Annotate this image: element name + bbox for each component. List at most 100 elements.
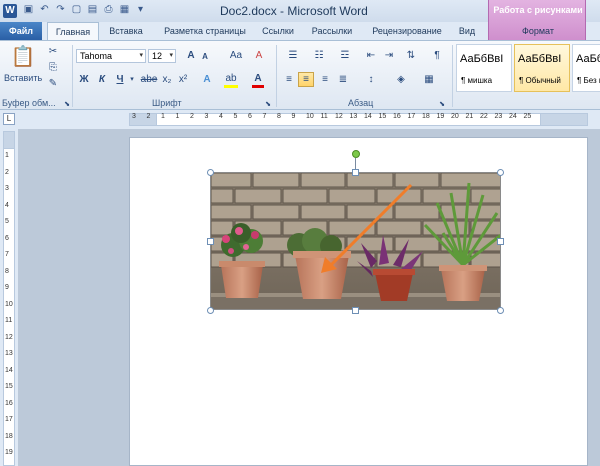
tab-file[interactable]: Файл [0,22,42,40]
resize-handle-bottom-left[interactable] [207,307,214,314]
tab-home[interactable]: Главная [47,22,99,40]
style-sample: АаБбВвІ [460,53,504,65]
redo-icon[interactable]: ↷ [54,3,67,17]
ruler-number: 10 [306,113,314,120]
ruler-number: 25 [523,113,532,120]
resize-handle-bottom-right[interactable] [497,307,504,314]
separator [72,45,73,107]
cut-icon[interactable]: ✂ [46,45,60,58]
justify-icon[interactable]: ≣ [336,73,350,86]
align-left-icon[interactable]: ≡ [282,73,296,86]
line-spacing-icon[interactable]: ↕ [362,73,380,86]
ruler-number: 19 [5,449,13,456]
clear-formatting-button[interactable]: A [252,49,266,62]
align-center-icon[interactable]: ≡ [298,72,314,87]
save-icon[interactable]: ▣ [22,3,35,17]
sort-icon[interactable]: ⇅ [404,49,418,62]
format-painter-icon[interactable]: ✎ [46,77,60,90]
bold-button[interactable]: Ж [78,73,90,86]
horizontal-ruler[interactable] [129,113,588,126]
copy-icon[interactable]: ⎘ [46,61,60,74]
tab-references[interactable]: Ссылки [256,22,300,40]
show-marks-button[interactable]: ¶ [430,49,444,62]
ruler-number: 7 [262,113,267,120]
style-sample: АаБбВ [576,53,600,65]
style-sample: АаБбВвІ [518,53,562,65]
font-name-field[interactable]: Tahoma ▾ [76,49,146,63]
style-card-mishka[interactable]: АаБбВвІ ¶ мишка [456,44,512,92]
tab-page-layout[interactable]: Разметка страницы [155,22,255,40]
underline-dropdown-icon[interactable]: ▾ [128,73,136,86]
paste-icon[interactable]: 📋 [10,44,36,70]
flower-pots-photo [211,173,500,309]
ruler-number: 6 [248,113,252,120]
clipboard-group-label: Буфер обм... [2,98,56,108]
decrease-indent-icon[interactable]: ⇤ [364,49,378,62]
resize-handle-left[interactable] [207,238,214,245]
new-icon[interactable]: ▢ [70,3,83,17]
ruler-number: 12 [335,113,343,120]
font-size-field[interactable]: 12 ▾ [148,49,176,63]
picture-icon[interactable]: ▦ [118,3,131,17]
undo-icon[interactable]: ↶ [38,3,51,17]
tab-insert[interactable]: Вставка [104,22,148,40]
tab-review[interactable]: Рецензирование [366,22,448,40]
word-logo-icon[interactable]: W [3,4,17,18]
font-launcher-icon[interactable]: ⬊ [264,98,272,111]
tab-selector-button[interactable]: L [3,113,15,125]
paste-button[interactable]: Вставить [4,72,42,85]
resize-handle-top-left[interactable] [207,169,214,176]
customize-qat-icon[interactable]: ▾ [134,3,147,17]
ruler-number: 8 [277,113,281,120]
bullets-icon[interactable]: ☰ [284,49,302,62]
tab-view[interactable]: Вид [454,22,480,40]
ruler-number: 17 [5,416,13,423]
style-card-normal[interactable]: АаБбВвІ ¶ Обычный [514,44,570,92]
resize-handle-top-right[interactable] [497,169,504,176]
font-name-value: Tahoma [80,51,113,61]
align-right-icon[interactable]: ≡ [318,73,332,86]
ribbon: 📋 Вставить ✂ ⎘ ✎ Буфер обм... ⬊ Tahoma ▾ … [0,40,600,110]
picture-tools-title: Работа с рисунками [493,5,583,15]
print-icon[interactable]: ⎙ [102,3,115,17]
open-icon[interactable]: ▤ [86,3,99,17]
superscript-button[interactable]: x² [176,73,190,86]
strikethrough-button[interactable]: abe [140,73,158,86]
ruler-number: 7 [5,251,9,258]
clipboard-launcher-icon[interactable]: ⬊ [63,98,71,111]
resize-handle-top[interactable] [352,169,359,176]
subscript-button[interactable]: x₂ [160,73,174,86]
multilevel-list-icon[interactable]: ☲ [336,49,354,62]
paragraph-launcher-icon[interactable]: ⬊ [438,98,446,111]
italic-button[interactable]: К [96,73,108,86]
highlight-button[interactable]: ab [224,72,238,88]
window-title: Doc2.docx - Microsoft Word [220,4,368,18]
change-case-button[interactable]: Aa [226,49,246,62]
underline-button[interactable]: Ч [114,73,126,86]
ruler-number: 16 [5,399,13,407]
flower-pots-picture[interactable] [210,172,501,310]
ruler-number: 10 [5,300,13,308]
style-card-no-spacing[interactable]: АаБбВ ¶ Без и [572,44,600,92]
resize-handle-right[interactable] [497,238,504,245]
shading-icon[interactable]: ◈ [392,73,410,86]
rotate-handle[interactable] [352,150,360,158]
numbering-icon[interactable]: ☷ [310,49,328,62]
tab-mailings[interactable]: Рассылки [306,22,358,40]
shrink-font-button[interactable]: A [199,50,211,63]
increase-indent-icon[interactable]: ⇥ [382,49,396,62]
ruler-number: 3 [5,185,9,192]
ribbon-tabs: Файл Главная Вставка Разметка страницы С… [0,20,600,40]
ruler-number: 3 [132,113,136,120]
borders-icon[interactable]: ▦ [420,73,438,86]
paragraph-group-label: Абзац [348,98,374,108]
text-effects-button[interactable]: A [200,73,214,86]
font-color-button[interactable]: A [252,72,264,88]
grow-font-button[interactable]: A [184,49,198,62]
ruler-number: 1 [5,152,9,159]
ruler-number: 22 [480,113,488,120]
font-group-label: Шрифт [152,98,182,108]
ruler-number: 4 [5,201,9,209]
ruler-number: 13 [5,350,13,357]
resize-handle-bottom[interactable] [352,307,359,314]
